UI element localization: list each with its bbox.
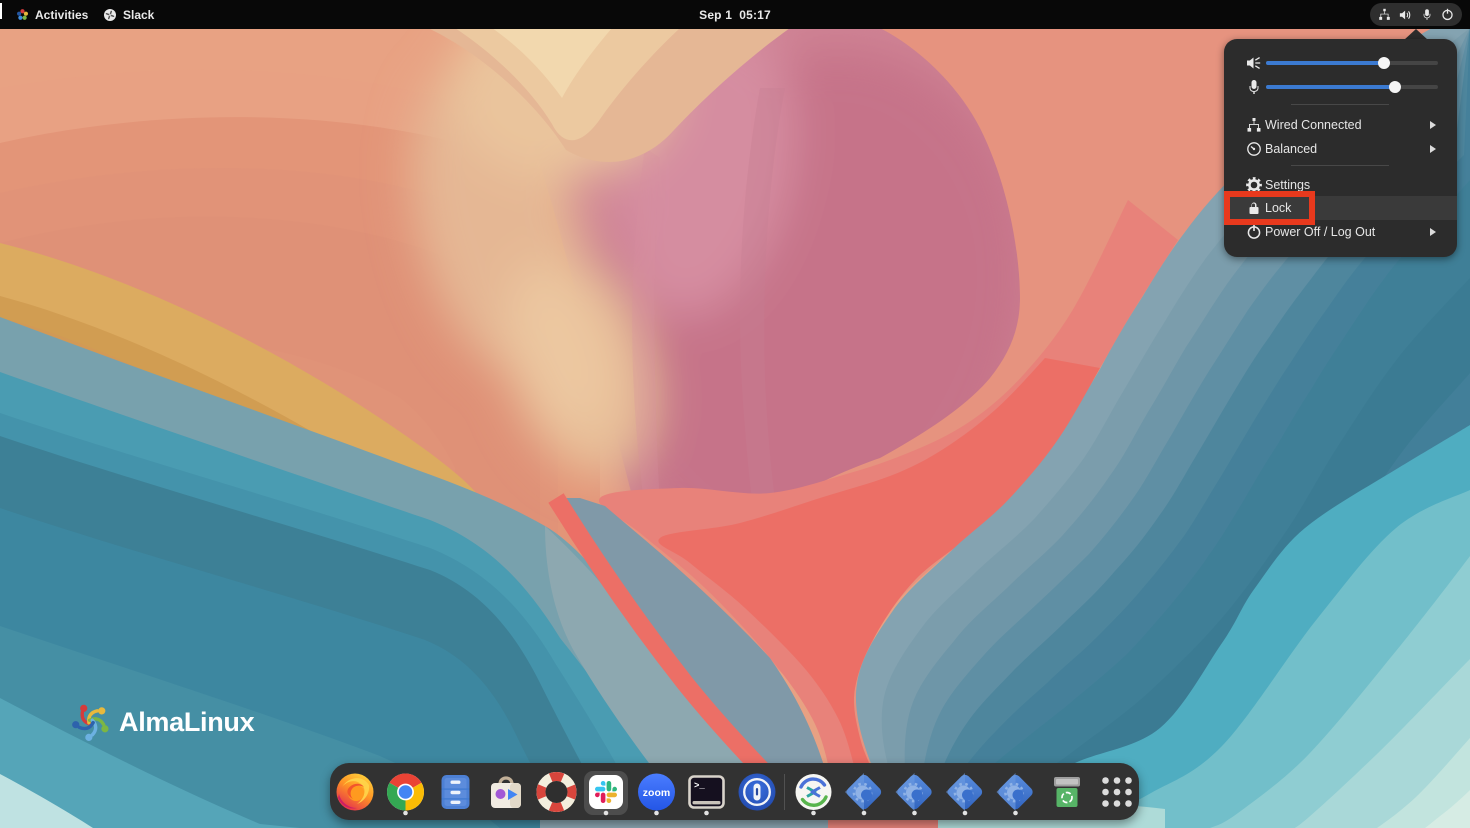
svg-text:zoom: zoom bbox=[643, 787, 670, 799]
svg-text:>_: >_ bbox=[694, 781, 705, 791]
